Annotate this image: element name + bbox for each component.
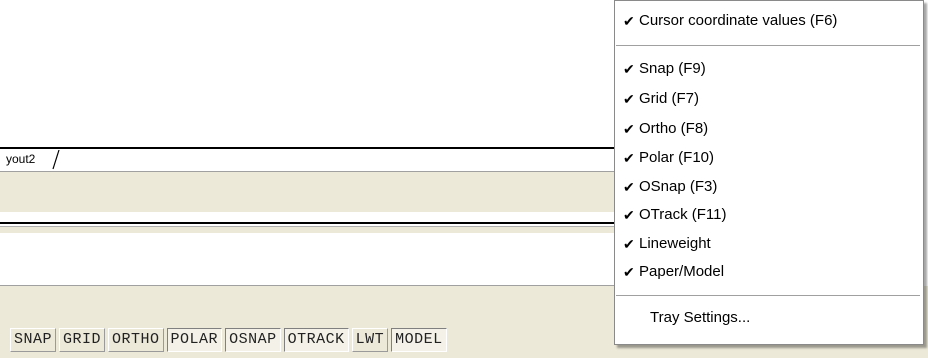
menu-item-label: Tray Settings... [650,309,751,326]
tab-layout2[interactable]: yout2 [0,149,42,170]
menu-item-tray-settings[interactable]: Tray Settings... [615,307,923,329]
menu-item-osnap[interactable]: ✔ OSnap (F3) [615,176,923,198]
check-icon: ✔ [623,150,635,166]
tray-context-menu: ✔ Cursor coordinate values (F6) ✔ Snap (… [614,0,924,345]
check-icon: ✔ [623,61,635,77]
menu-item-paper-model[interactable]: ✔ Paper/Model [615,261,923,283]
lwt-toggle[interactable]: LWT [351,328,389,352]
ortho-toggle[interactable]: ORTHO [108,328,164,352]
menu-item-cursor-coordinates[interactable]: ✔ Cursor coordinate values (F6) [615,10,923,32]
menu-item-label: Lineweight [639,235,711,252]
menu-item-ortho[interactable]: ✔ Ortho (F8) [615,118,923,140]
menu-separator [616,45,920,47]
menu-separator [616,295,920,297]
command-splitter-gap [0,226,620,233]
menu-item-lineweight[interactable]: ✔ Lineweight [615,233,923,255]
menu-item-label: OTrack (F11) [639,206,727,223]
grid-toggle[interactable]: GRID [59,328,106,352]
status-toggle-group: SNAP GRID ORTHO POLAR OSNAP OTRACK LWT M… [10,328,450,354]
check-icon: ✔ [623,13,635,29]
menu-item-label: Polar (F10) [639,149,715,166]
menu-item-label: Snap (F9) [639,60,706,77]
menu-item-snap[interactable]: ✔ Snap (F9) [615,58,923,80]
otrack-toggle[interactable]: OTRACK [283,328,349,352]
menu-item-label: OSnap (F3) [639,178,718,195]
check-icon: ✔ [623,264,635,280]
check-icon: ✔ [623,179,635,195]
menu-item-otrack[interactable]: ✔ OTrack (F11) [615,204,923,226]
tab-layout2-label: yout2 [6,152,36,166]
command-splitter[interactable] [0,222,620,224]
model-toggle[interactable]: MODEL [391,328,447,352]
tab-strip-top-border [0,147,620,149]
menu-item-grid[interactable]: ✔ Grid (F7) [615,88,923,110]
polar-toggle[interactable]: POLAR [166,328,223,352]
command-line[interactable] [0,233,620,285]
menu-item-label: Paper/Model [639,263,725,280]
check-icon: ✔ [623,207,635,223]
osnap-toggle[interactable]: OSNAP [225,328,281,352]
snap-toggle[interactable]: SNAP [10,328,57,352]
check-icon: ✔ [623,91,635,107]
check-icon: ✔ [623,236,635,252]
tab-edge [52,150,60,170]
menu-item-label: Cursor coordinate values (F6) [639,12,838,29]
menu-item-label: Grid (F7) [639,90,699,107]
menu-item-polar[interactable]: ✔ Polar (F10) [615,147,923,169]
command-toolbar-band [0,171,620,212]
check-icon: ✔ [623,121,635,137]
menu-item-label: Ortho (F8) [639,120,709,137]
